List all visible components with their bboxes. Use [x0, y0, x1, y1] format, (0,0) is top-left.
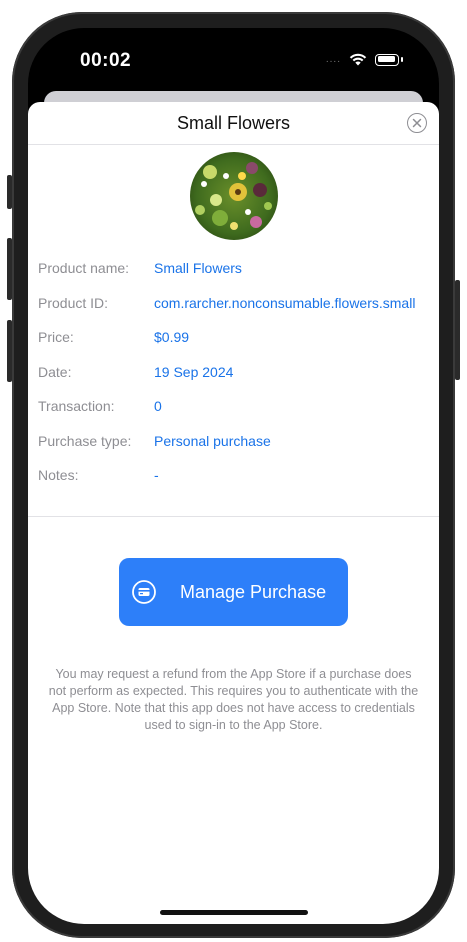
detail-row-price: Price: $0.99	[38, 323, 438, 358]
credit-card-icon	[132, 580, 156, 604]
detail-label: Date:	[38, 363, 72, 380]
detail-value: $0.99	[154, 329, 190, 345]
detail-value: com.rarcher.nonconsumable.flowers.small	[154, 294, 416, 311]
detail-label: Transaction:	[38, 398, 115, 414]
divider	[28, 516, 439, 517]
signal-icon: ....	[325, 54, 341, 65]
detail-row-product-name: Product name: Small Flowers	[38, 254, 438, 289]
battery-cap	[401, 57, 403, 62]
status-time: 00:02	[80, 50, 132, 71]
detail-row-date: Date: 19 Sep 2024	[38, 358, 438, 393]
purchase-sheet: Small Flowers Product name: Small Flower…	[28, 102, 439, 924]
sheet-header: Small Flowers	[28, 102, 439, 145]
power-button	[455, 280, 460, 380]
detail-row-transaction: Transaction: 0	[38, 392, 438, 427]
detail-label: Purchase type:	[38, 432, 132, 449]
status-bar: 00:02 ....	[28, 28, 439, 98]
detail-row-product-id: Product ID: com.rarcher.nonconsumable.fl…	[38, 289, 438, 324]
detail-label: Product ID:	[38, 294, 109, 311]
battery-icon	[375, 53, 399, 66]
sheet-title: Small Flowers	[176, 113, 291, 133]
detail-label: Price:	[38, 329, 74, 345]
manage-purchase-button[interactable]: Manage Purchase	[119, 558, 348, 626]
product-image	[190, 152, 278, 240]
status-icons: ....	[326, 53, 403, 66]
device: 00:02 .... Small Flowers Product name: S…	[0, 0, 467, 942]
wifi-icon	[349, 53, 367, 66]
detail-value: 19 Sep 2024	[154, 363, 234, 380]
detail-value: Small Flowers	[154, 260, 242, 276]
purchase-details: Product name: Small Flowers Product ID: …	[38, 254, 438, 496]
detail-value: 0	[154, 398, 162, 414]
detail-value: Personal purchase	[154, 432, 271, 449]
home-indicator[interactable]	[160, 910, 308, 915]
detail-row-notes: Notes: -	[38, 461, 438, 496]
close-x-glyph	[412, 118, 422, 128]
manage-purchase-label: Manage Purchase	[180, 582, 327, 602]
detail-label: Product name:	[38, 260, 130, 276]
detail-label: Notes:	[38, 467, 79, 483]
screen: 00:02 .... Small Flowers Product name: S…	[28, 28, 439, 924]
detail-value: -	[154, 467, 159, 483]
refund-footnote: You may request a refund from the App St…	[48, 667, 419, 732]
close-icon[interactable]	[407, 113, 427, 133]
detail-row-purchase-type: Purchase type: Personal purchase	[38, 427, 438, 462]
